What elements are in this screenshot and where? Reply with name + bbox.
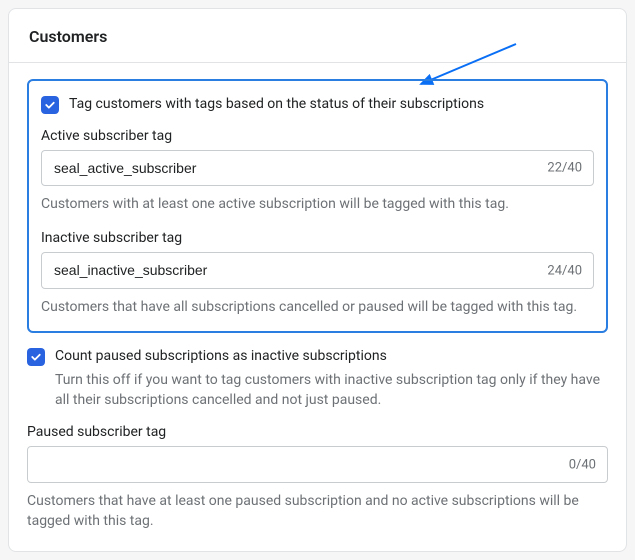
card-header: Customers bbox=[9, 9, 626, 63]
active-tag-section: Active subscriber tag 22/40 Customers wi… bbox=[41, 128, 594, 214]
inactive-tag-section: Inactive subscriber tag 24/40 Customers … bbox=[41, 230, 594, 316]
card-title: Customers bbox=[29, 27, 606, 46]
inactive-tag-input[interactable] bbox=[41, 252, 594, 288]
inactive-tag-help: Customers that have all subscriptions ca… bbox=[41, 297, 594, 317]
inactive-tag-input-wrap: 24/40 bbox=[41, 252, 594, 288]
card-body: Tag customers with tags based on the sta… bbox=[9, 63, 626, 551]
inactive-tag-count: 24/40 bbox=[547, 263, 582, 278]
tagging-highlight-box: Tag customers with tags based on the sta… bbox=[27, 79, 608, 333]
paused-tag-count: 0/40 bbox=[569, 457, 596, 472]
active-tag-input-wrap: 22/40 bbox=[41, 150, 594, 186]
tag-status-checkbox-row: Tag customers with tags based on the sta… bbox=[41, 95, 594, 114]
check-icon bbox=[30, 351, 42, 363]
active-tag-help: Customers with at least one active subsc… bbox=[41, 194, 594, 214]
paused-tag-input[interactable] bbox=[27, 446, 608, 482]
paused-tag-label: Paused subscriber tag bbox=[27, 424, 608, 440]
paused-tag-section: Paused subscriber tag 0/40 Customers tha… bbox=[27, 424, 608, 531]
count-paused-sub: Turn this off if you want to tag custome… bbox=[55, 370, 608, 411]
active-tag-count: 22/40 bbox=[547, 161, 582, 176]
active-tag-input[interactable] bbox=[41, 150, 594, 186]
count-paused-checkbox[interactable] bbox=[27, 348, 45, 366]
tag-status-checkbox[interactable] bbox=[41, 96, 59, 114]
count-paused-label-wrap: Count paused subscriptions as inactive s… bbox=[55, 347, 608, 410]
active-tag-label: Active subscriber tag bbox=[41, 128, 594, 144]
tag-status-label: Tag customers with tags based on the sta… bbox=[69, 95, 484, 114]
check-icon bbox=[44, 99, 56, 111]
paused-tag-input-wrap: 0/40 bbox=[27, 446, 608, 482]
count-paused-label: Count paused subscriptions as inactive s… bbox=[55, 347, 608, 366]
inactive-tag-label: Inactive subscriber tag bbox=[41, 230, 594, 246]
customers-settings-card: Customers Tag customers with tags based … bbox=[8, 8, 627, 552]
count-paused-checkbox-row: Count paused subscriptions as inactive s… bbox=[27, 347, 608, 410]
paused-tag-help: Customers that have at least one paused … bbox=[27, 491, 608, 532]
